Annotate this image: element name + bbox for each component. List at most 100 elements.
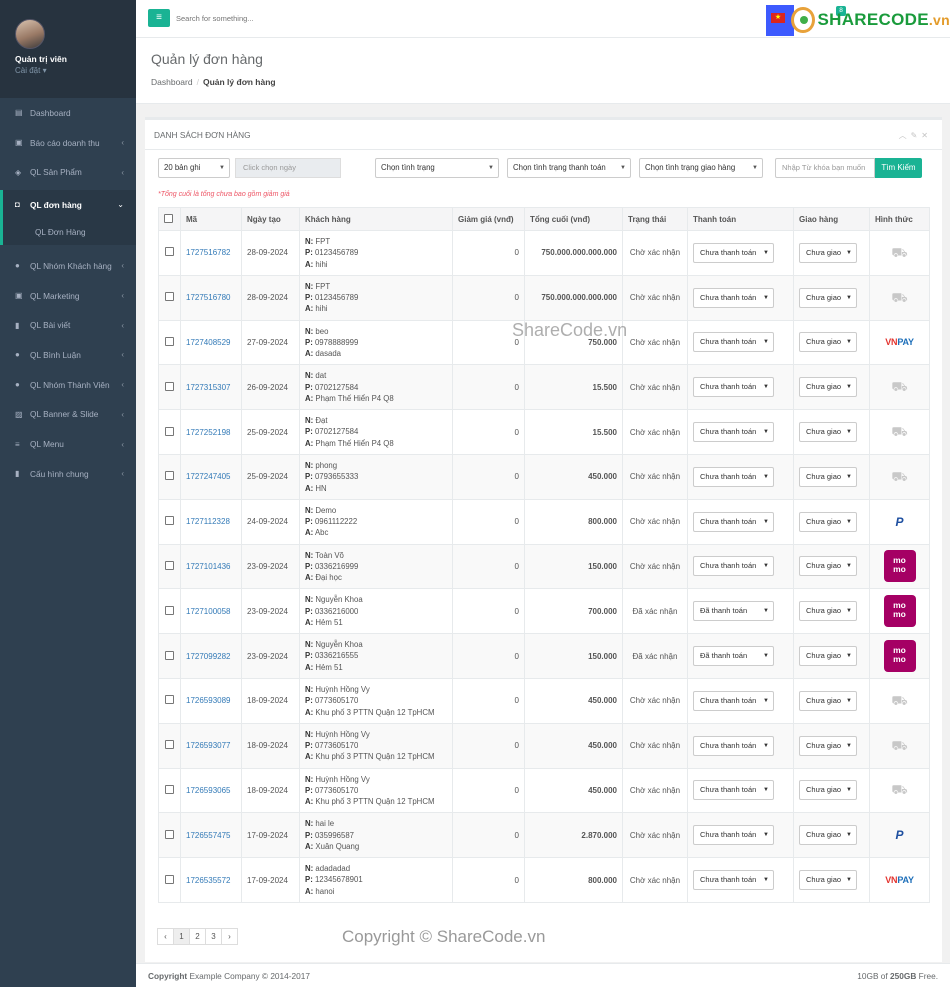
page-button[interactable]: 1 [173,928,190,945]
row-checkbox[interactable] [165,695,174,705]
row-checkbox[interactable] [165,874,174,884]
payment-status-dropdown[interactable]: Chưa thanh toán ▼ [693,332,774,353]
menu-toggle-button[interactable]: ≡ [148,9,170,27]
order-code-link[interactable]: 1727247405 [186,472,231,481]
sidebar-subitem-orders[interactable]: QL Đơn Hàng [0,219,136,246]
payment-status-dropdown[interactable]: Chưa thanh toán ▼ [693,556,774,577]
payment-status-dropdown[interactable]: Chưa thanh toán ▼ [693,511,774,532]
payment-status-dropdown[interactable]: Chưa thanh toán ▼ [693,422,774,443]
search-button[interactable]: Tìm Kiếm [875,158,922,178]
shipping-status-dropdown[interactable]: Chưa giao ▼ [799,825,857,846]
payment-status-dropdown[interactable]: Chưa thanh toán ▼ [693,825,774,846]
shipping-status-dropdown[interactable]: Chưa giao ▼ [799,556,857,577]
col-method[interactable]: Hình thức [869,207,930,231]
payment-status-dropdown[interactable]: Chưa thanh toán ▼ [693,377,774,398]
sidebar-item-ql-nh-m-th-nh-vi-n[interactable]: ● QL Nhóm Thành Viên ‹ [0,370,136,400]
shipping-status-dropdown[interactable]: Chưa giao ▼ [799,780,857,801]
shipping-status-dropdown[interactable]: Chưa giao ▼ [799,422,857,443]
table-row[interactable]: 1727516782 28-09-2024 N: FPT P: 0123456789 A… [158,230,930,276]
row-checkbox[interactable] [165,605,174,615]
shipping-status-dropdown[interactable]: Chưa giao ▼ [799,242,857,263]
col-discount[interactable]: Giảm giá (vnđ) [452,207,525,231]
payment-status-dropdown[interactable]: Đã thanh toán ▼ [693,646,774,667]
row-checkbox[interactable] [165,650,174,660]
sidebar-item-ql-s-n-ph-m[interactable]: ◈ QL Sản Phẩm ‹ [0,157,136,187]
page-size-select[interactable]: 20 bản ghi ▼ [158,158,230,178]
user-name[interactable]: Quản trị viên [15,54,121,64]
order-code-link[interactable]: 1726593065 [186,786,231,795]
sidebar-item-dashboard[interactable]: ▤ Dashboard [0,98,136,128]
status-select[interactable]: Chọn tình trạng ▼ [375,158,499,178]
sidebar-item-ql-menu[interactable]: ≡ QL Menu ‹ [0,429,136,459]
table-row[interactable]: 1727247405 25-09-2024 N: phong P: 079365533… [158,453,930,500]
row-checkbox[interactable] [165,471,174,481]
col-date[interactable]: Ngày tạo [241,207,300,231]
select-all-checkbox[interactable] [164,213,173,223]
shipping-status-select[interactable]: Chọn tình trạng giao hàng ▼ [639,158,763,178]
payment-status-select[interactable]: Chọn tình trạng thanh toán ▼ [507,158,631,178]
sidebar-item-ql-b-nh-lu-n[interactable]: ● QL Bình Luận ‹ [0,340,136,370]
page-button[interactable]: 3 [205,928,222,945]
date-picker[interactable]: Click chọn ngày [235,158,341,178]
table-row[interactable]: 1727101436 23-09-2024 N: Toàn Võ P: 0336216… [158,543,930,590]
keyword-input[interactable]: Nhập Từ khóa bạn muốn [775,158,875,178]
shipping-status-dropdown[interactable]: Chưa giao ▼ [799,287,857,308]
breadcrumb-home[interactable]: Dashboard [151,77,193,87]
shipping-status-dropdown[interactable]: Chưa giao ▼ [799,735,857,756]
shipping-status-dropdown[interactable]: Chưa giao ▼ [799,601,857,622]
wrench-icon[interactable]: ✎ [911,131,922,140]
order-code-link[interactable]: 1726593077 [186,741,231,750]
sidebar-item-ql-marketing[interactable]: ▣ QL Marketing ‹ [0,281,136,311]
col-status[interactable]: Trạng thái [622,207,688,231]
shipping-status-dropdown[interactable]: Chưa giao ▼ [799,332,857,353]
payment-status-dropdown[interactable]: Chưa thanh toán ▼ [693,287,774,308]
sidebar-item-ql-banner-slide[interactable]: ▨ QL Banner & Slide ‹ [0,400,136,430]
language-switch[interactable]: ★ [766,5,794,36]
payment-status-dropdown[interactable]: Chưa thanh toán ▼ [693,735,774,756]
close-icon[interactable]: ✕ [921,131,932,140]
table-row[interactable]: 1727112328 24-09-2024 N: Demo P: 0961112222… [158,498,930,545]
row-checkbox[interactable] [165,336,174,346]
order-code-link[interactable]: 1727516782 [186,248,231,257]
page-button[interactable]: 2 [189,928,206,945]
col-code[interactable]: Mã [180,207,242,231]
row-checkbox[interactable] [165,560,174,570]
order-code-link[interactable]: 1727516780 [186,293,231,302]
sidebar-item-b-o-c-o-doanh-thu[interactable]: ▣ Báo cáo doanh thu ‹ [0,128,136,158]
order-code-link[interactable]: 1727252198 [186,428,231,437]
shipping-status-dropdown[interactable]: Chưa giao ▼ [799,511,857,532]
order-code-link[interactable]: 1727099282 [186,652,231,661]
page-next-button[interactable]: › [221,928,238,945]
payment-status-dropdown[interactable]: Chưa thanh toán ▼ [693,780,774,801]
table-row[interactable]: 1727252198 25-09-2024 N: Đạt P: 0702127584 A… [158,409,930,455]
table-row[interactable]: 1726593089 18-09-2024 N: Huỳnh Hồng Vy P: 0… [158,677,930,724]
shipping-status-dropdown[interactable]: Chưa giao ▼ [799,377,857,398]
col-payment[interactable]: Thanh toán [687,207,794,231]
search-input[interactable] [176,9,376,27]
table-row[interactable]: 1727315307 26-09-2024 N: dat P: 0702127584 A… [158,364,930,411]
table-row[interactable]: 1726557475 17-09-2024 N: hai le P: 03599658… [158,812,930,859]
payment-status-dropdown[interactable]: Đã thanh toán ▼ [693,601,774,622]
table-row[interactable]: 1727516780 28-09-2024 N: FPT P: 0123456789 A… [158,274,930,321]
row-checkbox[interactable] [165,784,174,794]
order-code-link[interactable]: 1727408529 [186,338,231,347]
sidebar-item-ql-nh-m-kh-ch-h-ng[interactable]: ● QL Nhóm Khách hàng ‹ [0,251,136,281]
order-code-link[interactable]: 1726557475 [186,831,231,840]
shipping-status-dropdown[interactable]: Chưa giao ▼ [799,690,857,711]
shipping-status-dropdown[interactable]: Chưa giao ▼ [799,870,857,891]
payment-status-dropdown[interactable]: Chưa thanh toán ▼ [693,870,774,891]
table-row[interactable]: 1726593077 18-09-2024 N: Huỳnh Hồng Vy P: 0… [158,722,930,769]
shipping-status-dropdown[interactable]: Chưa giao ▼ [799,646,857,667]
row-checkbox[interactable] [165,426,174,436]
sidebar-item-c-u-h-nh-chung[interactable]: ▮ Cấu hình chung ‹ [0,459,136,489]
row-checkbox[interactable] [165,247,174,257]
table-row[interactable]: 1726535572 17-09-2024 N: adadadad P: 123456… [158,857,930,903]
row-checkbox[interactable] [165,381,174,391]
col-customer[interactable]: Khách hàng [299,207,453,231]
collapse-icon[interactable]: ︿ [899,131,911,140]
order-code-link[interactable]: 1727101436 [186,562,231,571]
payment-status-dropdown[interactable]: Chưa thanh toán ▼ [693,242,774,263]
sidebar-item-ql-n-h-ng[interactable]: ◘ QL đơn hàng ⌄ [0,190,136,220]
settings-link[interactable]: Cài đặt ▾ [15,66,121,75]
order-code-link[interactable]: 1726593089 [186,696,231,705]
